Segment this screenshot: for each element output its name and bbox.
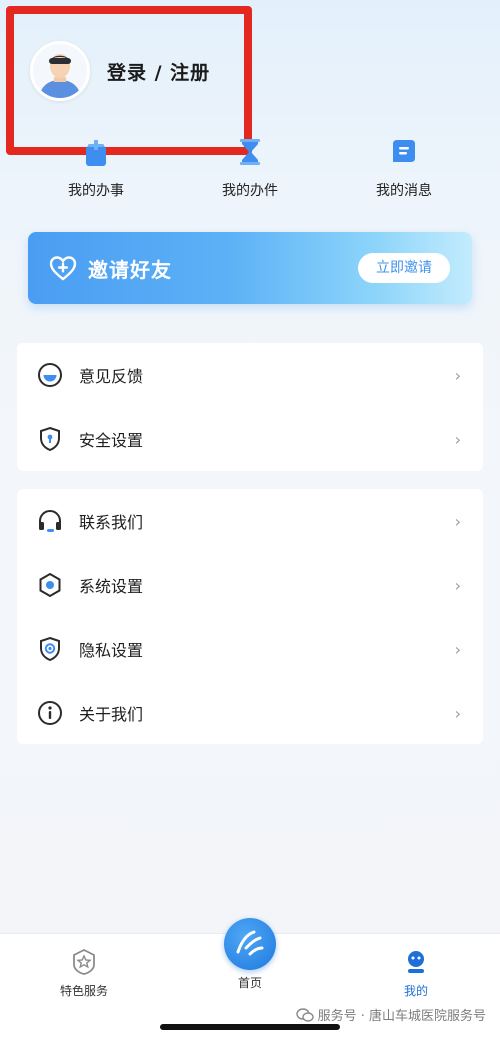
chevron-right-icon: › xyxy=(454,365,461,385)
message-icon xyxy=(393,140,415,162)
menu-item-about-us[interactable]: 关于我们 › xyxy=(17,681,483,745)
task-icon xyxy=(86,140,106,166)
tab-label: 我的 xyxy=(403,984,428,998)
chevron-right-icon: › xyxy=(454,429,461,449)
info-icon xyxy=(38,701,62,725)
quick-link-label: 我的办事 xyxy=(68,183,124,199)
chevron-right-icon: › xyxy=(454,575,461,595)
invite-friends-banner[interactable]: 邀请好友 立即邀请 xyxy=(28,232,472,304)
tab-label: 首页 xyxy=(237,976,262,990)
invite-title: 邀请好友 xyxy=(88,257,172,282)
menu-item-label: 关于我们 xyxy=(79,705,144,724)
hourglass-icon xyxy=(240,139,260,165)
chevron-right-icon: › xyxy=(454,511,461,531)
menu-item-label: 联系我们 xyxy=(79,513,144,532)
watermark-text: 服务号 · 唐山车城医院服务号 xyxy=(317,1009,486,1024)
menu-item-label: 意见反馈 xyxy=(79,367,144,386)
badge-star-icon xyxy=(73,948,95,975)
menu-item-privacy-settings[interactable]: 隐私设置 › xyxy=(17,617,483,681)
tab-mine[interactable]: 我的 xyxy=(356,948,476,999)
home-logo-icon xyxy=(236,930,264,956)
home-logo-button[interactable] xyxy=(224,918,276,970)
menu-card-settings: 联系我们 › 系统设置 › 隐私设置 › 关于我们 › xyxy=(17,489,483,744)
chevron-right-icon: › xyxy=(454,703,461,723)
profile-robot-icon xyxy=(408,951,424,973)
shield-lock-icon xyxy=(40,426,60,452)
quick-link-my-tasks[interactable]: 我的办事 xyxy=(36,132,156,200)
quick-links: 我的办事 我的办件 我的消息 xyxy=(0,132,500,202)
watermark: 服务号 · 唐山车城医院服务号 xyxy=(295,1005,486,1024)
menu-item-system-settings[interactable]: 系统设置 › xyxy=(17,553,483,617)
tab-featured-services[interactable]: 特色服务 xyxy=(24,948,144,999)
menu-item-label: 隐私设置 xyxy=(79,641,144,660)
menu-item-feedback[interactable]: 意见反馈 › xyxy=(17,343,483,407)
wechat-icon xyxy=(295,1007,314,1022)
headset-icon xyxy=(39,510,61,532)
heart-plus-icon xyxy=(49,256,77,281)
menu-item-label: 安全设置 xyxy=(79,431,144,450)
menu-item-contact-us[interactable]: 联系我们 › xyxy=(17,489,483,553)
quick-link-label: 我的办件 xyxy=(222,183,278,199)
privacy-shield-icon xyxy=(40,636,60,662)
quick-link-label: 我的消息 xyxy=(376,183,432,199)
chevron-right-icon: › xyxy=(454,639,461,659)
invite-now-button[interactable]: 立即邀请 xyxy=(358,253,450,283)
tab-home[interactable]: 首页 xyxy=(190,974,310,991)
menu-item-label: 系统设置 xyxy=(79,577,144,596)
home-indicator[interactable] xyxy=(160,1024,340,1030)
tab-label: 特色服务 xyxy=(59,984,108,998)
quick-link-my-messages[interactable]: 我的消息 xyxy=(344,132,464,200)
feedback-icon xyxy=(38,363,62,387)
quick-link-my-cases[interactable]: 我的办件 xyxy=(190,132,310,200)
settings-hex-icon xyxy=(39,572,61,598)
menu-item-security[interactable]: 安全设置 › xyxy=(17,407,483,471)
menu-card-account: 意见反馈 › 安全设置 › xyxy=(17,343,483,471)
